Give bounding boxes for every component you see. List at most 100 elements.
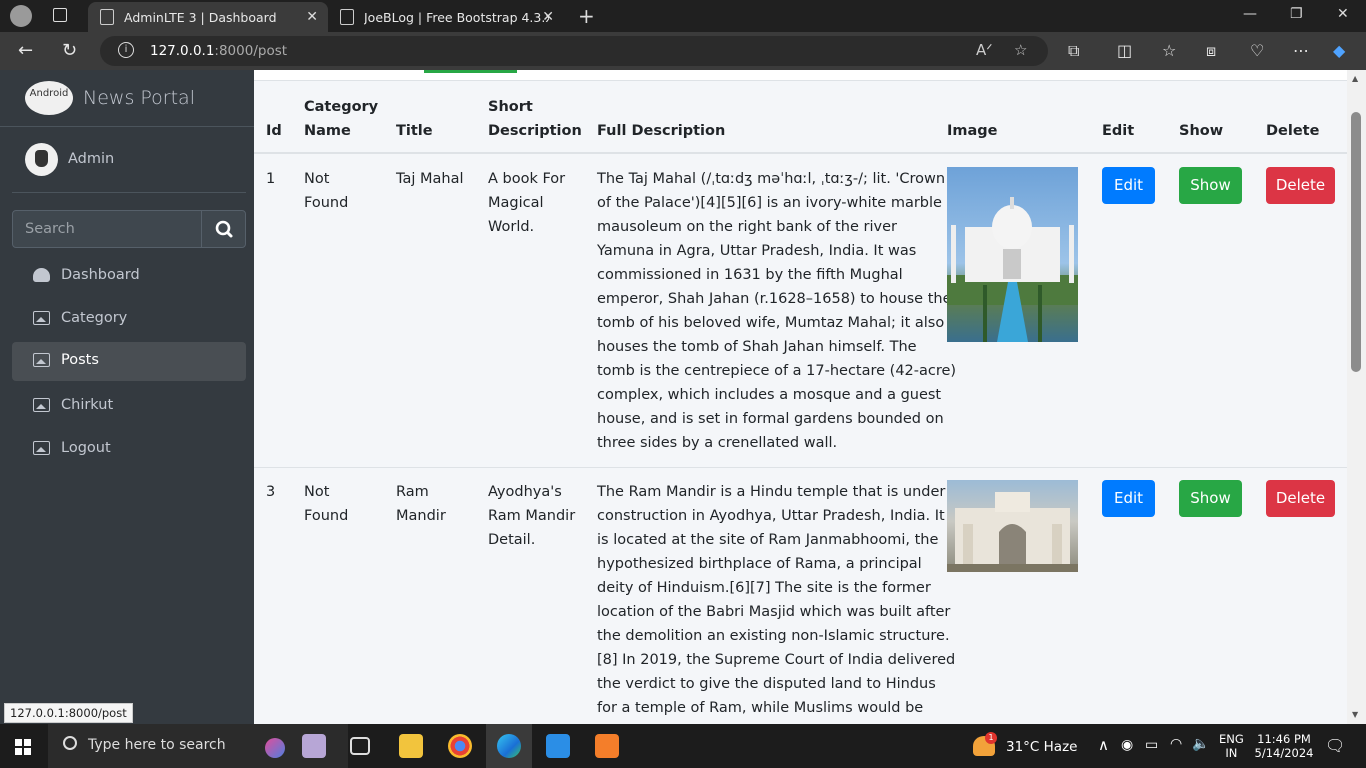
- user-name[interactable]: Admin: [68, 151, 114, 167]
- favorite-star-icon[interactable]: ☆: [1014, 41, 1027, 59]
- delete-button[interactable]: Delete: [1266, 167, 1335, 204]
- brand-link[interactable]: Android News Portal: [0, 70, 254, 127]
- site-info-icon[interactable]: i: [118, 42, 134, 58]
- split-screen-icon[interactable]: ◫: [1117, 41, 1132, 60]
- cell-id: 1: [266, 171, 276, 187]
- volume-icon[interactable]: 🔈: [1192, 736, 1209, 752]
- tab-title: AdminLTE 3 | Dashboard: [124, 9, 277, 25]
- taskbar: Type here to search 1 31°C Haze ∧ ◉ ▭ ◠ …: [0, 724, 1366, 768]
- sidebar-item-category[interactable]: Category: [12, 300, 246, 339]
- page-scrollbar[interactable]: ▲ ▼: [1347, 70, 1366, 724]
- image-icon: [33, 441, 50, 455]
- edit-button[interactable]: Edit: [1102, 167, 1155, 204]
- sidebar-item-posts[interactable]: Posts: [12, 342, 246, 381]
- extensions-icon[interactable]: ⧉: [1068, 41, 1079, 61]
- header-id: Id: [266, 123, 282, 139]
- sidebar: Android News Portal Admin Dashboard Cate…: [0, 70, 254, 724]
- sidebar-item-logout[interactable]: Logout: [12, 430, 246, 469]
- weather-text[interactable]: 31°C Haze: [1006, 739, 1077, 755]
- chrome-icon[interactable]: [448, 734, 472, 758]
- battery-icon[interactable]: ▭: [1145, 737, 1158, 753]
- brand-logo: Android: [25, 81, 73, 115]
- url-text[interactable]: 127.0.0.1:8000/post: [150, 43, 287, 59]
- edge-taskbar-button[interactable]: [486, 724, 532, 768]
- cell-full-description: The Taj Mahal (/ˌtɑːdʒ məˈhɑːl, ˌtɑːʒ-/;…: [597, 171, 957, 451]
- search-icon: [63, 736, 77, 750]
- back-icon[interactable]: ←: [18, 40, 33, 61]
- post-image-taj-mahal: [947, 167, 1078, 342]
- location-icon[interactable]: ◉: [1121, 737, 1133, 753]
- refresh-icon[interactable]: ↻: [62, 40, 77, 61]
- browser-tab-joeblog[interactable]: JoeBLog | Free Bootstrap 4.3.x te ✕: [328, 2, 564, 32]
- vscode-icon[interactable]: [546, 734, 570, 758]
- restore-icon[interactable]: ❐: [1290, 6, 1303, 22]
- notifications-icon[interactable]: 🗨: [1325, 736, 1345, 755]
- task-view-icon[interactable]: [350, 737, 370, 755]
- minimize-icon[interactable]: —: [1243, 6, 1257, 22]
- xampp-icon[interactable]: [595, 734, 619, 758]
- copilot-icon[interactable]: ◆: [1333, 41, 1345, 60]
- collections-icon[interactable]: ⧈: [1206, 41, 1216, 61]
- edit-button[interactable]: Edit: [1102, 480, 1155, 517]
- browser-tab-adminlte[interactable]: AdminLTE 3 | Dashboard ✕: [88, 2, 328, 32]
- table-header: Id Category Name Title Short Description F…: [254, 80, 1347, 154]
- more-options-icon[interactable]: ⋯: [1293, 41, 1309, 60]
- wifi-icon[interactable]: ◠: [1170, 736, 1182, 752]
- language-indicator[interactable]: ENG IN: [1219, 732, 1244, 760]
- cell-category: Not Found: [304, 484, 349, 524]
- windows-start-icon[interactable]: [15, 739, 31, 755]
- favorites-icon[interactable]: ☆: [1162, 41, 1176, 60]
- close-window-icon[interactable]: ✕: [1337, 6, 1349, 22]
- file-explorer-icon[interactable]: [399, 734, 423, 758]
- taskbar-search-placeholder: Type here to search: [88, 737, 226, 753]
- new-tab-icon[interactable]: +: [578, 4, 595, 28]
- cell-category: Not Found: [304, 171, 349, 211]
- brand-name: News Portal: [83, 87, 195, 109]
- edge-icon: [497, 734, 521, 758]
- image-icon: [33, 353, 50, 367]
- cell-full-description: The Ram Mandir is a Hindu temple that is…: [597, 484, 956, 716]
- profile-icon[interactable]: [10, 5, 32, 27]
- gauge-icon: [33, 268, 50, 282]
- header-delete: Delete: [1266, 123, 1320, 139]
- close-tab-icon[interactable]: ✕: [542, 9, 554, 25]
- sidebar-item-label: Chirkut: [61, 397, 114, 413]
- scroll-thumb[interactable]: [1351, 112, 1361, 372]
- show-button[interactable]: Show: [1179, 480, 1242, 517]
- sidebar-item-chirkut[interactable]: Chirkut: [12, 387, 246, 426]
- add-post-button-edge[interactable]: [424, 70, 517, 73]
- tab-actions-icon[interactable]: [53, 8, 67, 22]
- table-row: 3 Not Found Ram Mandir Ayodhya's Ram Mandir…: [254, 468, 1347, 724]
- media-app-icon[interactable]: [302, 734, 326, 758]
- search-button[interactable]: [201, 211, 245, 247]
- scroll-down-icon[interactable]: ▼: [1352, 710, 1358, 719]
- link-status-bubble: 127.0.0.1:8000/post: [4, 703, 133, 723]
- header-image: Image: [947, 123, 998, 139]
- sidebar-item-dashboard[interactable]: Dashboard: [12, 257, 246, 296]
- weather-icon[interactable]: 1: [973, 732, 997, 756]
- table-row: 1 Not Found Taj Mahal A book For Magical Wo…: [254, 155, 1347, 468]
- sidebar-item-label: Category: [61, 310, 128, 326]
- scroll-up-icon[interactable]: ▲: [1352, 74, 1358, 83]
- post-image-ram-mandir: [947, 480, 1078, 572]
- search-input[interactable]: [13, 211, 201, 247]
- page-icon: [100, 9, 114, 25]
- search-icon: [215, 220, 233, 238]
- copilot-taskbar-icon[interactable]: [265, 738, 285, 758]
- close-tab-icon[interactable]: ✕: [306, 9, 318, 25]
- clock[interactable]: 11:46 PM 5/14/2024: [1253, 732, 1315, 760]
- show-hidden-icons-icon[interactable]: ∧: [1098, 736, 1109, 754]
- sidebar-item-label: Logout: [61, 440, 111, 456]
- performance-icon[interactable]: ♡: [1250, 41, 1264, 60]
- cell-short-description: Ayodhya's Ram Mandir Detail.: [488, 484, 576, 548]
- address-bar[interactable]: i 127.0.0.1:8000/post Aᐟ ☆: [100, 36, 1048, 66]
- show-button[interactable]: Show: [1179, 167, 1242, 204]
- sidebar-item-label: Posts: [61, 352, 99, 368]
- sidebar-item-label: Dashboard: [61, 267, 140, 283]
- weather-badge: 1: [985, 732, 997, 744]
- cell-title: Ram Mandir: [396, 484, 446, 524]
- delete-button[interactable]: Delete: [1266, 480, 1335, 517]
- browser-toolbar: ← ↻ i 127.0.0.1:8000/post Aᐟ ☆ ⧉ ◫ ☆ ⧈ ♡…: [0, 32, 1366, 70]
- header-edit: Edit: [1102, 123, 1135, 139]
- read-aloud-icon[interactable]: Aᐟ: [976, 41, 993, 59]
